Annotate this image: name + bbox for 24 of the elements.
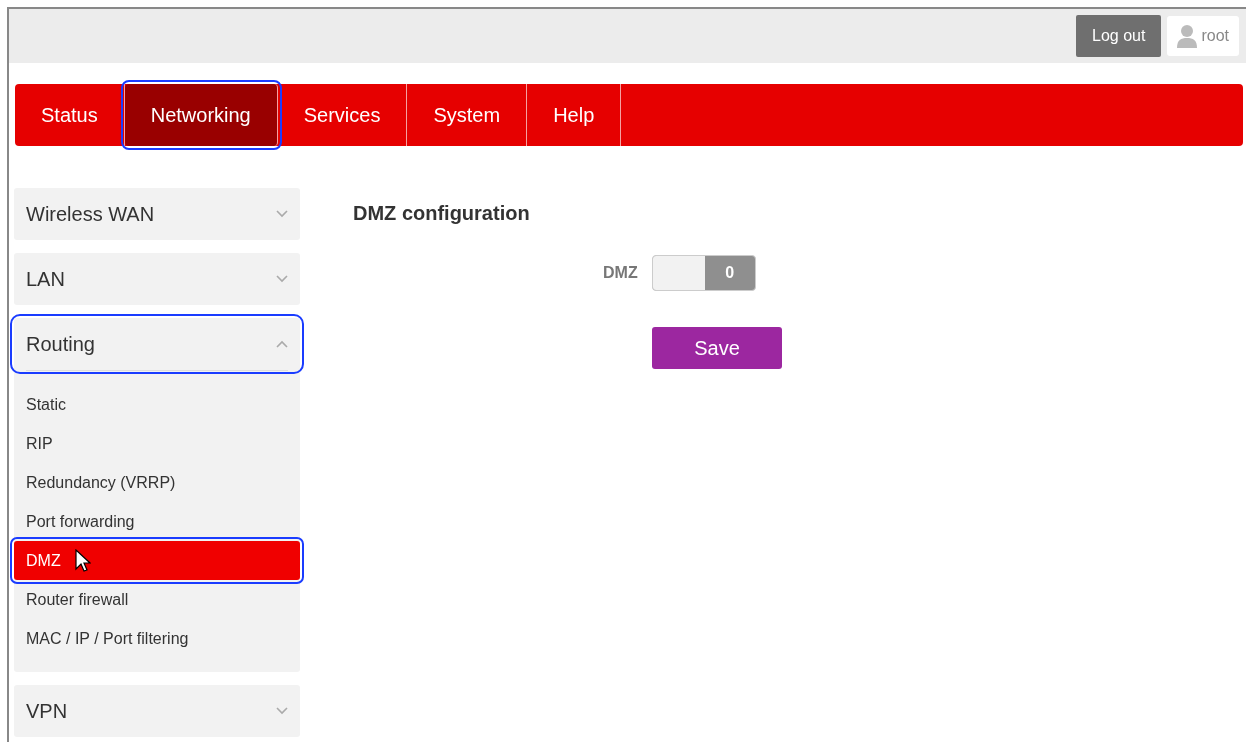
sidebar-section-header[interactable]: VPN [14,685,300,737]
chevron-down-icon [276,275,288,283]
mouse-cursor-icon [74,548,91,573]
field-label: DMZ [603,264,638,282]
chevron-down-icon [276,210,288,218]
sidebar-item[interactable]: Port forwarding [14,502,300,541]
chevron-down-icon [276,707,288,715]
user-badge[interactable]: root [1167,16,1239,56]
sidebar-item[interactable]: Redundancy (VRRP) [14,463,300,502]
user-icon [1177,24,1198,48]
save-button[interactable]: Save [652,327,782,369]
sidebar-section-header[interactable]: Wireless WAN [14,188,300,240]
sidebar-section-header[interactable]: Routing [14,318,300,370]
nav-tab[interactable]: System [407,84,528,146]
page-title: DMZ configuration [353,202,531,225]
sidebar-item[interactable]: Static [14,385,300,424]
logout-button[interactable]: Log out [1076,15,1162,57]
sidebar-item[interactable]: MAC / IP / Port filtering [14,619,300,658]
sidebar-item[interactable]: RIP [14,424,300,463]
nav-tab[interactable]: Services [277,84,408,146]
sidebar-item[interactable]: Router firewall [14,580,300,619]
nav-tab[interactable]: Help [527,84,622,146]
sidebar-section-header[interactable]: LAN [14,253,300,305]
chevron-up-icon [276,340,288,348]
